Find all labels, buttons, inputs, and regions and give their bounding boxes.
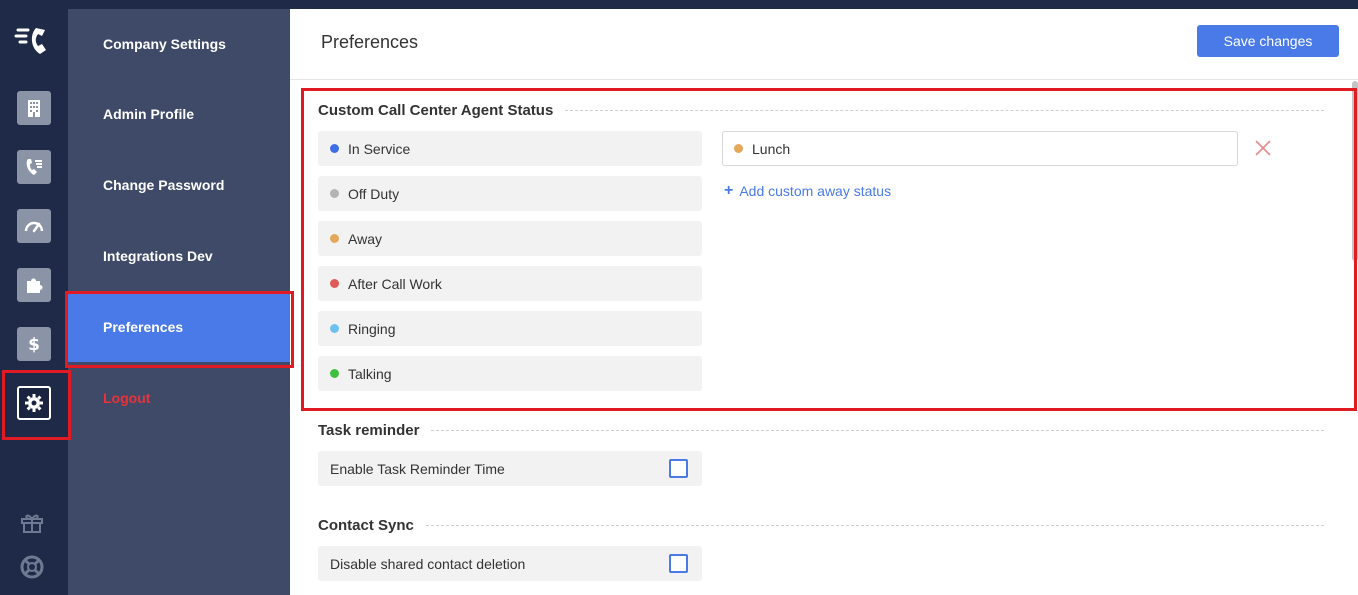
settings-subnav: Company Settings Admin Profile Change Pa… xyxy=(68,9,290,595)
status-label: In Service xyxy=(348,140,411,157)
status-dot xyxy=(734,144,743,153)
status-label: Talking xyxy=(348,365,392,382)
task-reminder-title: Task reminder xyxy=(318,421,420,439)
logo-icon[interactable] xyxy=(14,22,54,62)
status-label: Away xyxy=(348,230,382,247)
status-dot xyxy=(330,234,339,243)
save-changes-button[interactable]: Save changes xyxy=(1197,25,1339,57)
status-dot xyxy=(330,279,339,288)
speedometer-icon[interactable] xyxy=(17,209,51,243)
call-list-icon[interactable] xyxy=(17,150,51,184)
top-strip xyxy=(68,0,1358,9)
subnav-item-company-settings[interactable]: Company Settings xyxy=(68,9,290,79)
icon-rail: $ xyxy=(0,0,68,595)
status-dot xyxy=(330,144,339,153)
gear-icon[interactable] xyxy=(17,386,51,420)
status-label: Off Duty xyxy=(348,185,400,202)
subnav-item-integrations-dev[interactable]: Integrations Dev xyxy=(68,221,290,291)
status-item-talking: Talking xyxy=(318,356,702,391)
status-label: After Call Work xyxy=(348,275,442,292)
status-dot xyxy=(330,369,339,378)
agent-status-section-header: Custom Call Center Agent Status xyxy=(318,100,1324,120)
section-divider xyxy=(425,524,1324,526)
add-custom-away-status-link[interactable]: + Add custom away status xyxy=(724,182,891,200)
contact-sync-section-header: Contact Sync xyxy=(318,515,1324,535)
subnav-item-admin-profile[interactable]: Admin Profile xyxy=(68,79,290,149)
section-divider xyxy=(565,109,1324,111)
contact-sync-option: Disable shared contact deletion xyxy=(318,546,702,581)
task-reminder-checkbox[interactable] xyxy=(669,459,688,478)
status-label: Ringing xyxy=(348,320,396,337)
dollar-icon[interactable]: $ xyxy=(17,327,51,361)
page-title: Preferences xyxy=(321,32,419,52)
subnav-item-preferences[interactable]: Preferences xyxy=(68,292,290,362)
status-dot xyxy=(330,189,339,198)
lifebuoy-icon[interactable] xyxy=(17,552,47,582)
svg-text:$: $ xyxy=(28,335,40,355)
plus-icon: + xyxy=(724,182,734,199)
add-away-label: Add custom away status xyxy=(739,183,892,199)
contact-sync-checkbox[interactable] xyxy=(669,554,688,573)
status-item-after-call-work: After Call Work xyxy=(318,266,702,301)
agent-status-title: Custom Call Center Agent Status xyxy=(318,101,554,119)
custom-away-status-input[interactable]: Lunch xyxy=(722,131,1238,166)
status-item-off-duty: Off Duty xyxy=(318,176,702,211)
panel-header: Preferences Save changes xyxy=(290,9,1358,80)
puzzle-icon[interactable] xyxy=(17,268,51,302)
subnav-item-logout[interactable]: Logout xyxy=(68,363,290,433)
status-item-ringing: Ringing xyxy=(318,311,702,346)
status-item-in-service: In Service xyxy=(318,131,702,166)
contact-sync-label: Disable shared contact deletion xyxy=(330,555,526,572)
remove-custom-status-icon[interactable] xyxy=(1254,139,1272,157)
task-reminder-section-header: Task reminder xyxy=(318,420,1324,440)
task-reminder-label: Enable Task Reminder Time xyxy=(330,460,505,477)
custom-away-value: Lunch xyxy=(752,140,791,157)
building-icon[interactable] xyxy=(17,91,51,125)
status-dot xyxy=(330,324,339,333)
preferences-panel: Preferences Save changes Custom Call Cen… xyxy=(290,9,1358,595)
scrollbar[interactable] xyxy=(1352,81,1358,261)
status-item-away: Away xyxy=(318,221,702,256)
contact-sync-title: Contact Sync xyxy=(318,516,414,534)
subnav-item-change-password[interactable]: Change Password xyxy=(68,150,290,220)
gift-icon[interactable] xyxy=(17,507,47,537)
section-divider xyxy=(431,429,1324,431)
task-reminder-option: Enable Task Reminder Time xyxy=(318,451,702,486)
